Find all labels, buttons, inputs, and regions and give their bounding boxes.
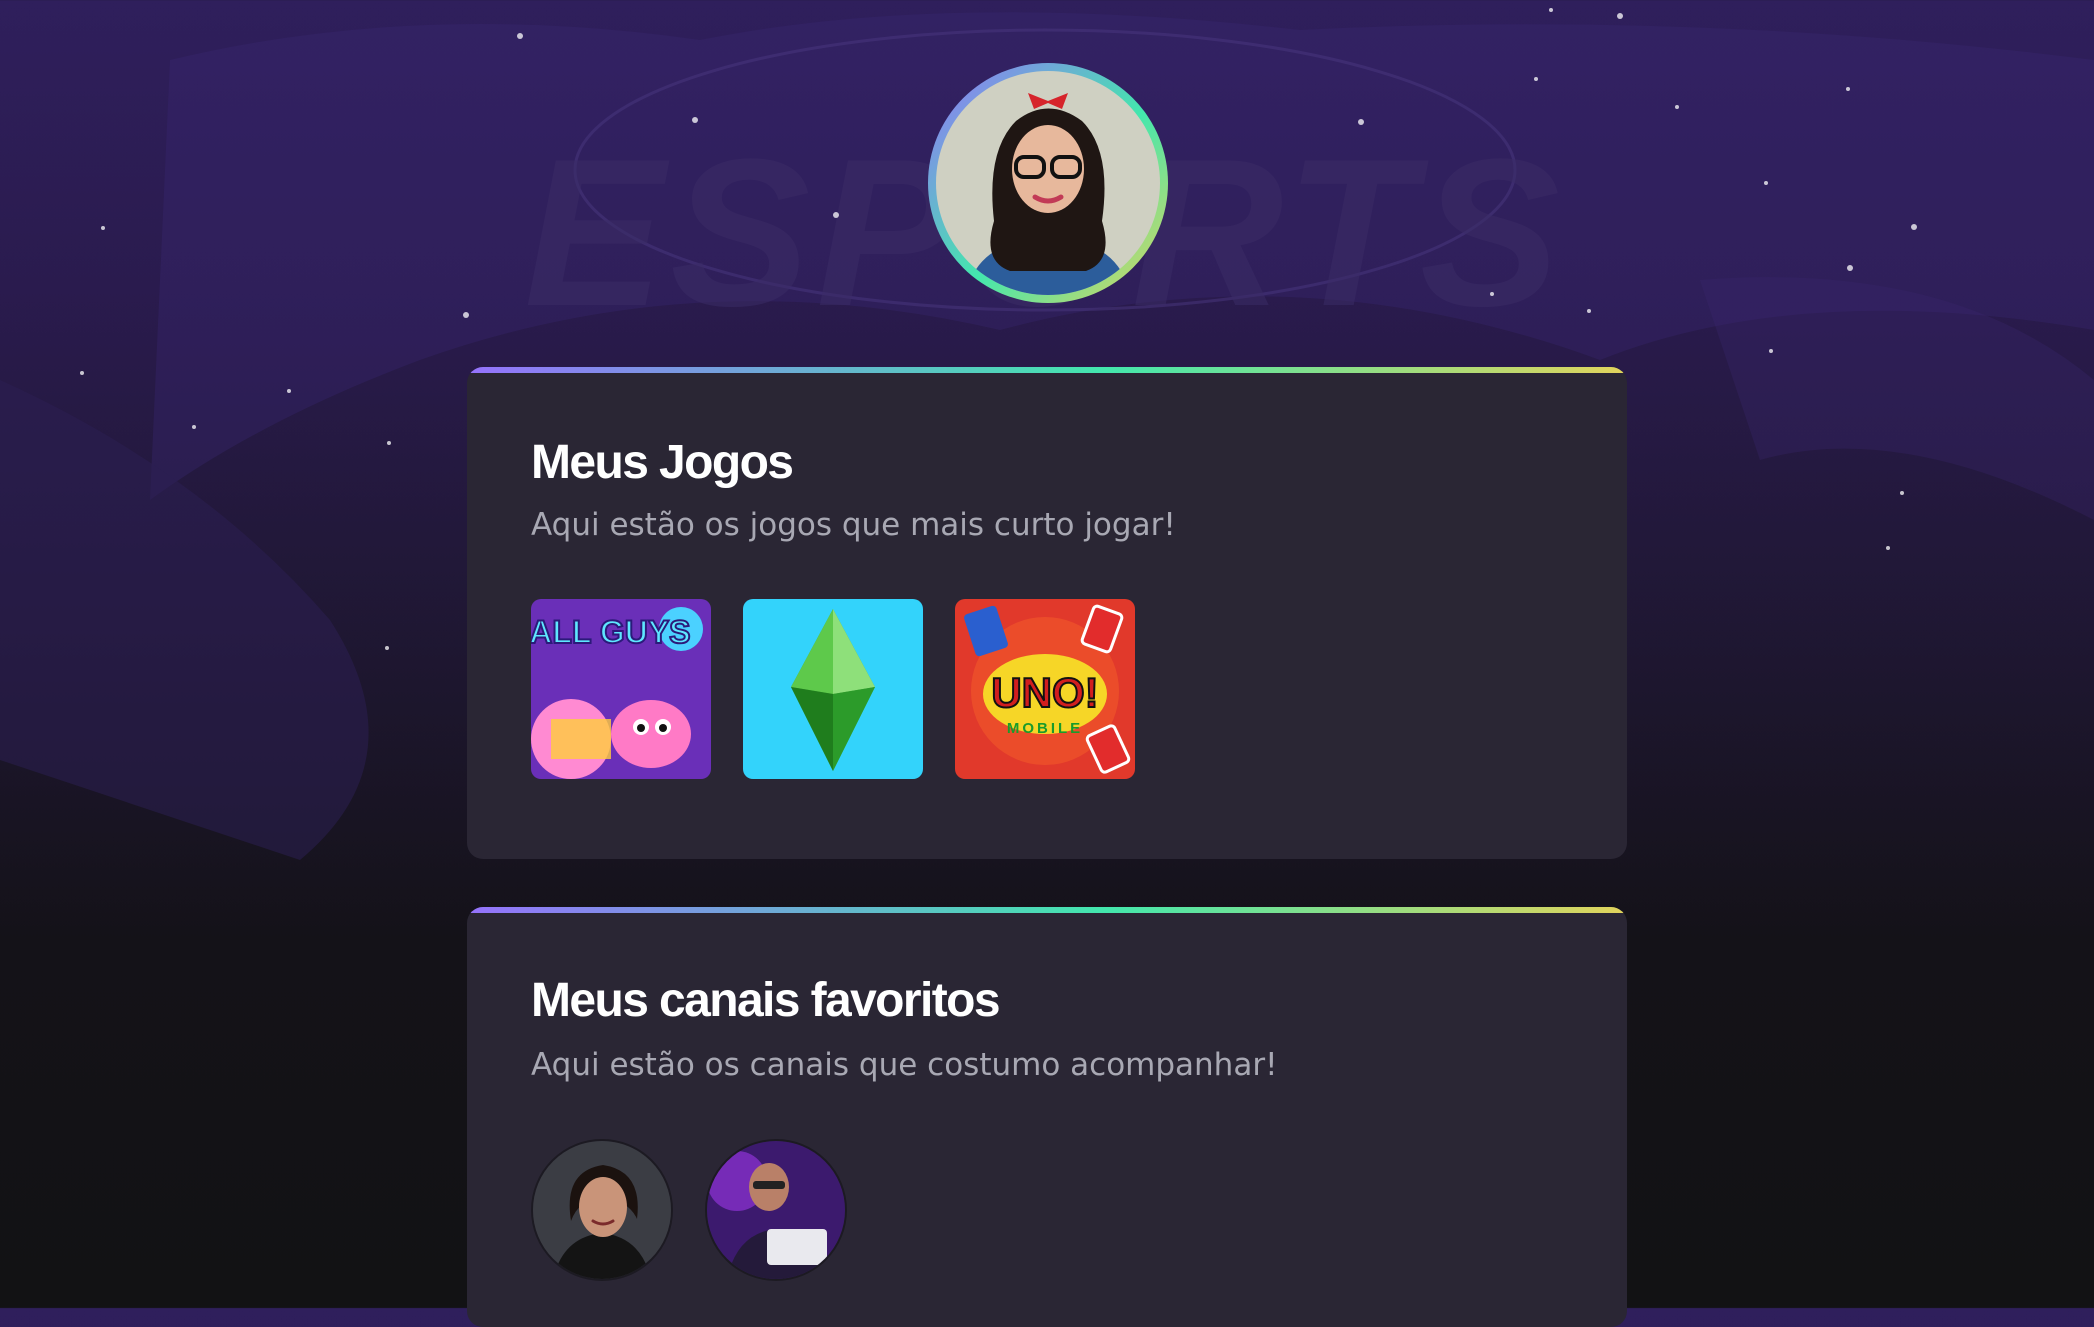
profile-photo [936, 71, 1160, 295]
channel-avatar-1[interactable] [531, 1139, 673, 1281]
uno-cover-icon: UNO! MOBILE [955, 599, 1135, 779]
svg-text:FALL GUYS: FALL GUYS [531, 614, 690, 650]
channel-avatar-1-icon [533, 1141, 671, 1279]
svg-text:UNO!: UNO! [991, 669, 1098, 716]
channel-avatar-2-icon [707, 1141, 845, 1279]
games-list: FALL GUYS UNO! MOBILE [531, 599, 1135, 779]
game-the-sims[interactable] [743, 599, 923, 779]
channels-subtitle: Aqui estão os canais que costumo acompan… [531, 1047, 1278, 1083]
svg-text:MOBILE: MOBILE [1007, 720, 1083, 737]
games-title: Meus Jogos [531, 436, 794, 489]
game-uno[interactable]: UNO! MOBILE [955, 599, 1135, 779]
channels-title: Meus canais favoritos [531, 974, 1001, 1027]
games-card: Meus Jogos Aqui estão os jogos que mais … [467, 367, 1627, 859]
fall-guys-cover-icon: FALL GUYS [531, 599, 711, 779]
game-fall-guys[interactable]: FALL GUYS [531, 599, 711, 779]
plumbob-diamond-icon [743, 599, 923, 779]
profile-avatar[interactable] [928, 63, 1168, 303]
games-subtitle: Aqui estão os jogos que mais curto jogar… [531, 507, 1176, 543]
channel-avatar-2[interactable] [705, 1139, 847, 1281]
channels-card: Meus canais favoritos Aqui estão os cana… [467, 907, 1627, 1327]
channels-list [531, 1139, 847, 1281]
